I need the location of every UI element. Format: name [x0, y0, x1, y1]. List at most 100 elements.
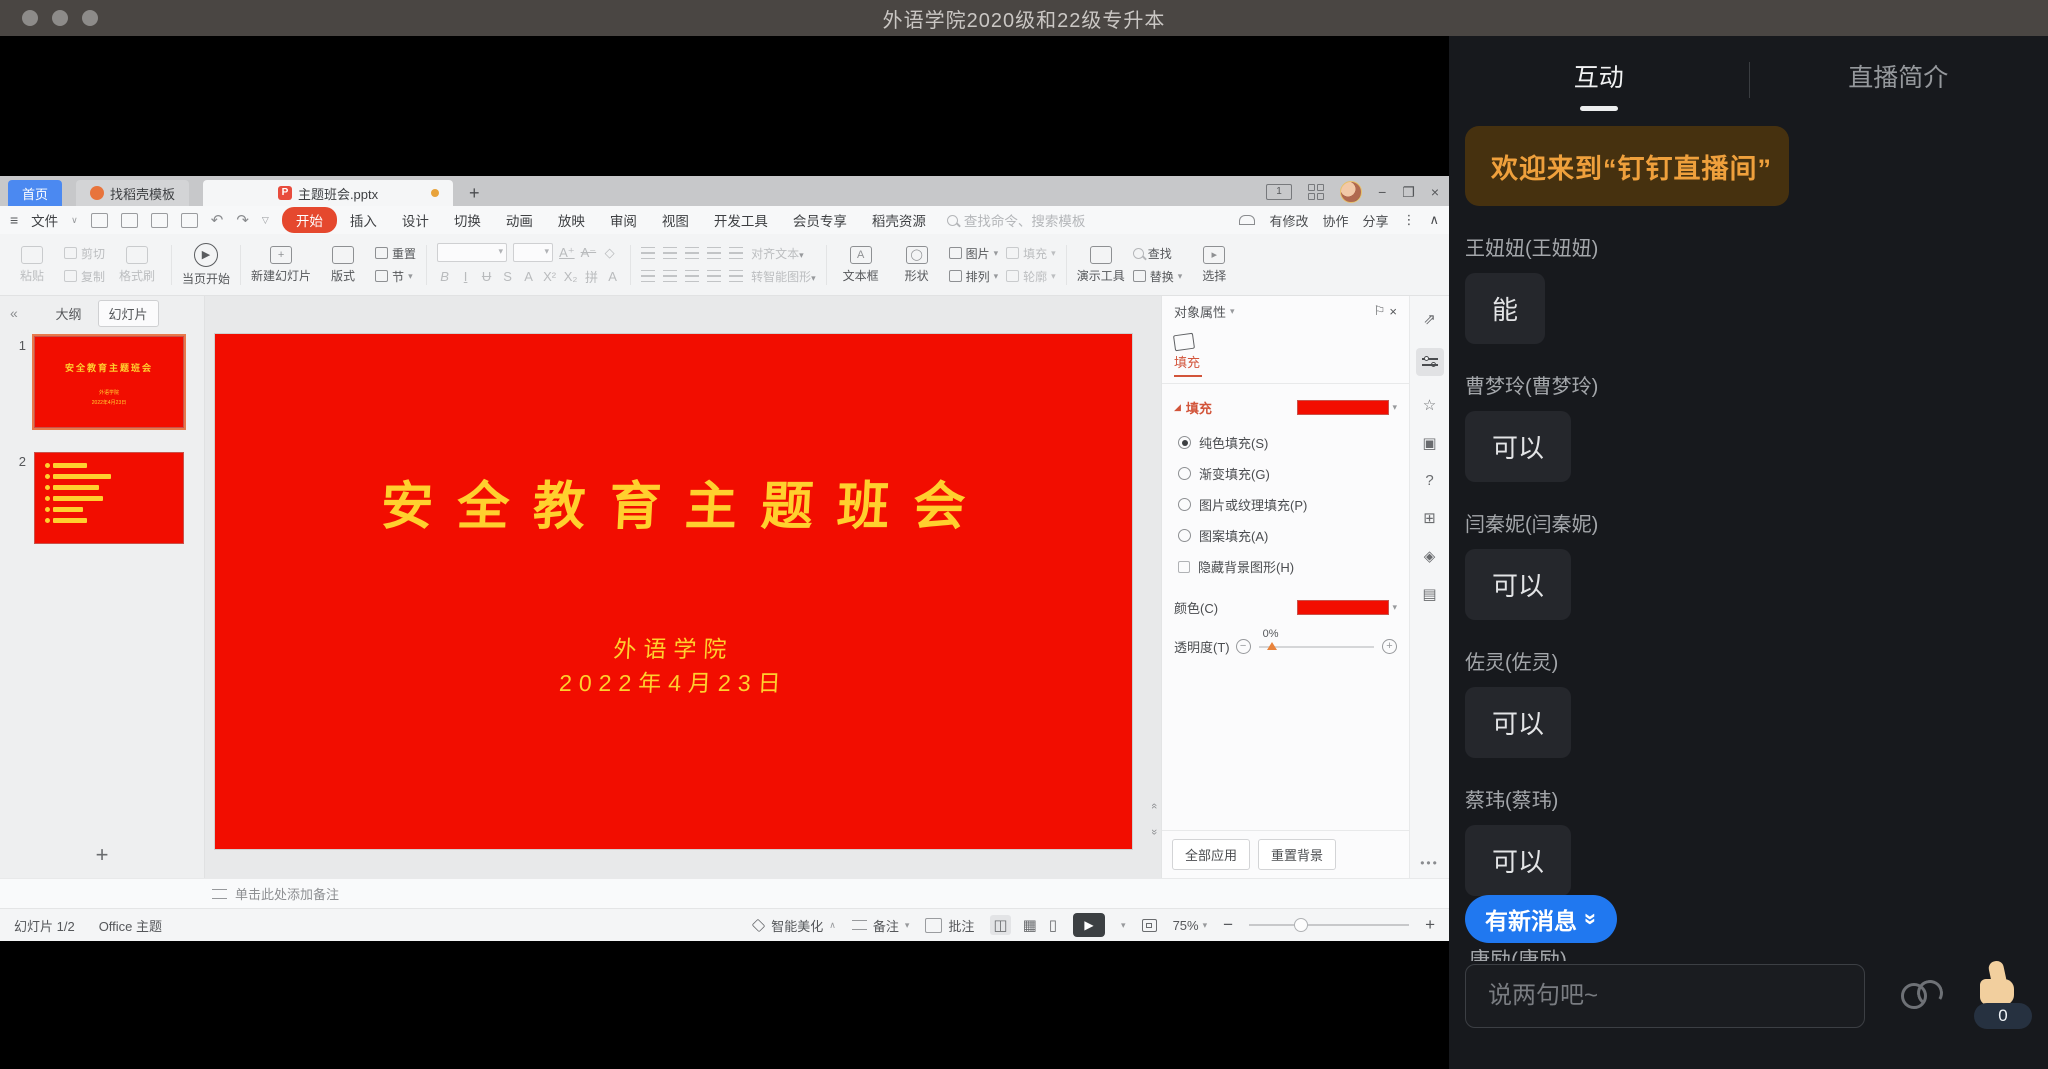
zoom-in-button[interactable]: + — [1425, 915, 1435, 935]
font-style-button[interactable]: U — [479, 269, 494, 284]
menu-item[interactable]: 切换 — [454, 210, 481, 230]
notes-bar[interactable]: 单击此处添加备注 — [0, 878, 1449, 908]
increase-indent-icon[interactable] — [707, 247, 721, 259]
theme-name[interactable]: Office 主题 — [99, 916, 162, 935]
fit-slide-icon[interactable] — [1142, 919, 1157, 932]
wps-close-button[interactable]: × — [1431, 184, 1439, 200]
share-button[interactable]: 分享 — [1362, 211, 1388, 230]
justify-icon[interactable] — [707, 270, 721, 282]
font-size-select[interactable] — [513, 243, 553, 262]
align-left-icon[interactable] — [641, 270, 655, 282]
rail-more-icon[interactable]: ••• — [1420, 856, 1439, 870]
play-from-current-button[interactable]: ▶ 当页开始 — [182, 243, 230, 287]
number-list-icon[interactable] — [663, 247, 677, 259]
properties-dropdown-icon[interactable]: ▾ — [1230, 306, 1235, 317]
option-gradient-fill[interactable]: 渐变填充(G) — [1178, 464, 1395, 483]
print-preview-icon[interactable] — [181, 213, 198, 228]
menu-item[interactable]: 动画 — [506, 210, 533, 230]
alpha-slider[interactable]: 0% — [1259, 646, 1374, 648]
collapse-ribbon-icon[interactable]: ∧ — [1429, 212, 1439, 228]
picture-button[interactable]: 图片▾ — [949, 245, 999, 262]
menu-item[interactable]: 设计 — [402, 210, 429, 230]
font-style-button[interactable]: X² — [542, 269, 557, 284]
chat-message-input[interactable] — [1465, 964, 1865, 1028]
more-menu-icon[interactable]: ⋮ — [1402, 212, 1415, 228]
outline-button[interactable]: 轮廓▾ — [1006, 268, 1056, 285]
comments-button[interactable]: 批注 — [925, 916, 974, 935]
traffic-lights[interactable] — [22, 10, 98, 26]
arrange-button[interactable]: 排列▾ — [949, 268, 999, 285]
menu-item[interactable]: 稻壳资源 — [872, 210, 926, 230]
font-style-button[interactable]: S — [500, 269, 515, 284]
menu-item[interactable]: 插入 — [350, 210, 377, 230]
font-style-button[interactable]: I — [458, 269, 473, 284]
new-messages-button[interactable]: 有新消息 » — [1465, 895, 1617, 943]
option-picture-fill[interactable]: 图片或纹理填充(P) — [1178, 495, 1395, 514]
option-solid-fill[interactable]: 纯色填充(S) — [1178, 433, 1395, 452]
zoom-window-button[interactable] — [82, 10, 98, 26]
fill-tab[interactable]: 填充 — [1174, 352, 1202, 377]
menu-burger-icon[interactable]: ≡ — [10, 212, 18, 228]
user-avatar[interactable] — [1340, 181, 1362, 203]
pin-panel-icon[interactable]: ⚐ — [1374, 303, 1386, 319]
apps-grid-icon[interactable] — [1308, 184, 1324, 200]
option-hide-background[interactable]: 隐藏背景图形(H) — [1178, 557, 1395, 576]
collaborate-button[interactable]: 协作 — [1322, 211, 1348, 230]
bullet-list-icon[interactable] — [641, 247, 655, 259]
slide-sorter-view-button[interactable]: ▦ — [1023, 916, 1037, 934]
normal-view-button[interactable]: ◫ — [990, 915, 1010, 935]
reading-view-button[interactable]: ▯ — [1049, 916, 1057, 934]
decrease-font-button[interactable]: A⁻ — [581, 245, 597, 261]
collapse-panel-icon[interactable]: « — [10, 305, 18, 321]
slide-subtitle-2[interactable]: 2022年4月23日 — [214, 664, 1133, 698]
beautify-button[interactable]: 智能美化 ∧ — [752, 916, 836, 935]
tab-home[interactable]: 首页 — [8, 180, 62, 206]
align-right-icon[interactable] — [685, 270, 699, 282]
replace-button[interactable]: 替换▾ — [1133, 268, 1183, 285]
zoom-level-dropdown[interactable]: 75% ▾ — [1173, 918, 1208, 933]
alpha-minus-button[interactable]: − — [1236, 639, 1251, 654]
shape-button[interactable]: ◯形状 — [893, 246, 941, 284]
wps-restore-button[interactable]: ❐ — [1402, 184, 1415, 201]
zoom-out-button[interactable]: − — [1223, 915, 1233, 935]
slide-title-text[interactable]: 安全教育主题班会 — [213, 464, 1134, 539]
export-icon[interactable] — [121, 213, 138, 228]
slide-subtitle-1[interactable]: 外语学院 — [214, 630, 1133, 664]
section-expand-icon[interactable]: ◢ — [1174, 402, 1181, 413]
tab-live-intro[interactable]: 直播简介 — [1749, 58, 2048, 112]
skill-icon[interactable]: ◈ — [1424, 547, 1436, 565]
menu-item[interactable]: 会员专享 — [793, 210, 847, 230]
font-style-button[interactable]: A — [521, 269, 536, 284]
color-dropdown[interactable]: ▾ — [1297, 600, 1397, 615]
notes-toggle-button[interactable]: 备注 ▾ — [852, 916, 910, 935]
undo-icon[interactable]: ↶ — [211, 211, 224, 229]
font-style-button[interactable]: X₂ — [563, 269, 578, 284]
font-style-button[interactable]: 拼 — [584, 267, 599, 286]
redo-icon[interactable]: ↷ — [236, 211, 249, 229]
handwrite-icon[interactable]: ⊞ — [1423, 509, 1436, 527]
new-tab-button[interactable]: + — [469, 183, 480, 206]
reset-button[interactable]: 重置 — [375, 245, 416, 262]
help-icon[interactable]: ? — [1425, 472, 1433, 489]
font-name-select[interactable] — [437, 243, 507, 262]
copy-button[interactable]: 复制 — [64, 268, 105, 285]
notes-placeholder[interactable]: 单击此处添加备注 — [235, 884, 339, 903]
next-slide-button[interactable]: » — [1148, 829, 1160, 835]
zoom-slider-thumb[interactable] — [1294, 918, 1308, 932]
play-options-icon[interactable]: ▾ — [1121, 920, 1126, 931]
distribute-icon[interactable] — [729, 270, 743, 282]
tab-template-store[interactable]: 找稻壳模板 — [76, 180, 189, 206]
decrease-indent-icon[interactable] — [685, 247, 699, 259]
slide-editor[interactable]: 安全教育主题班会 外语学院 2022年4月23日 — [215, 334, 1132, 849]
menu-item[interactable]: 开发工具 — [714, 210, 768, 230]
find-button[interactable]: 查找 — [1133, 245, 1183, 262]
outline-tab[interactable]: 大纲 — [45, 301, 91, 326]
previous-slide-button[interactable]: « — [1148, 803, 1160, 809]
line-spacing-icon[interactable] — [729, 247, 743, 259]
reset-background-button[interactable]: 重置背景 — [1258, 839, 1336, 870]
tab-interaction[interactable]: 互动 — [1449, 58, 1749, 112]
command-search[interactable]: 查找命令、搜索模板 — [947, 210, 1086, 230]
clear-format-button[interactable]: ◇ — [602, 245, 617, 261]
close-panel-icon[interactable]: × — [1389, 304, 1397, 319]
wps-minimize-button[interactable]: − — [1378, 184, 1386, 200]
